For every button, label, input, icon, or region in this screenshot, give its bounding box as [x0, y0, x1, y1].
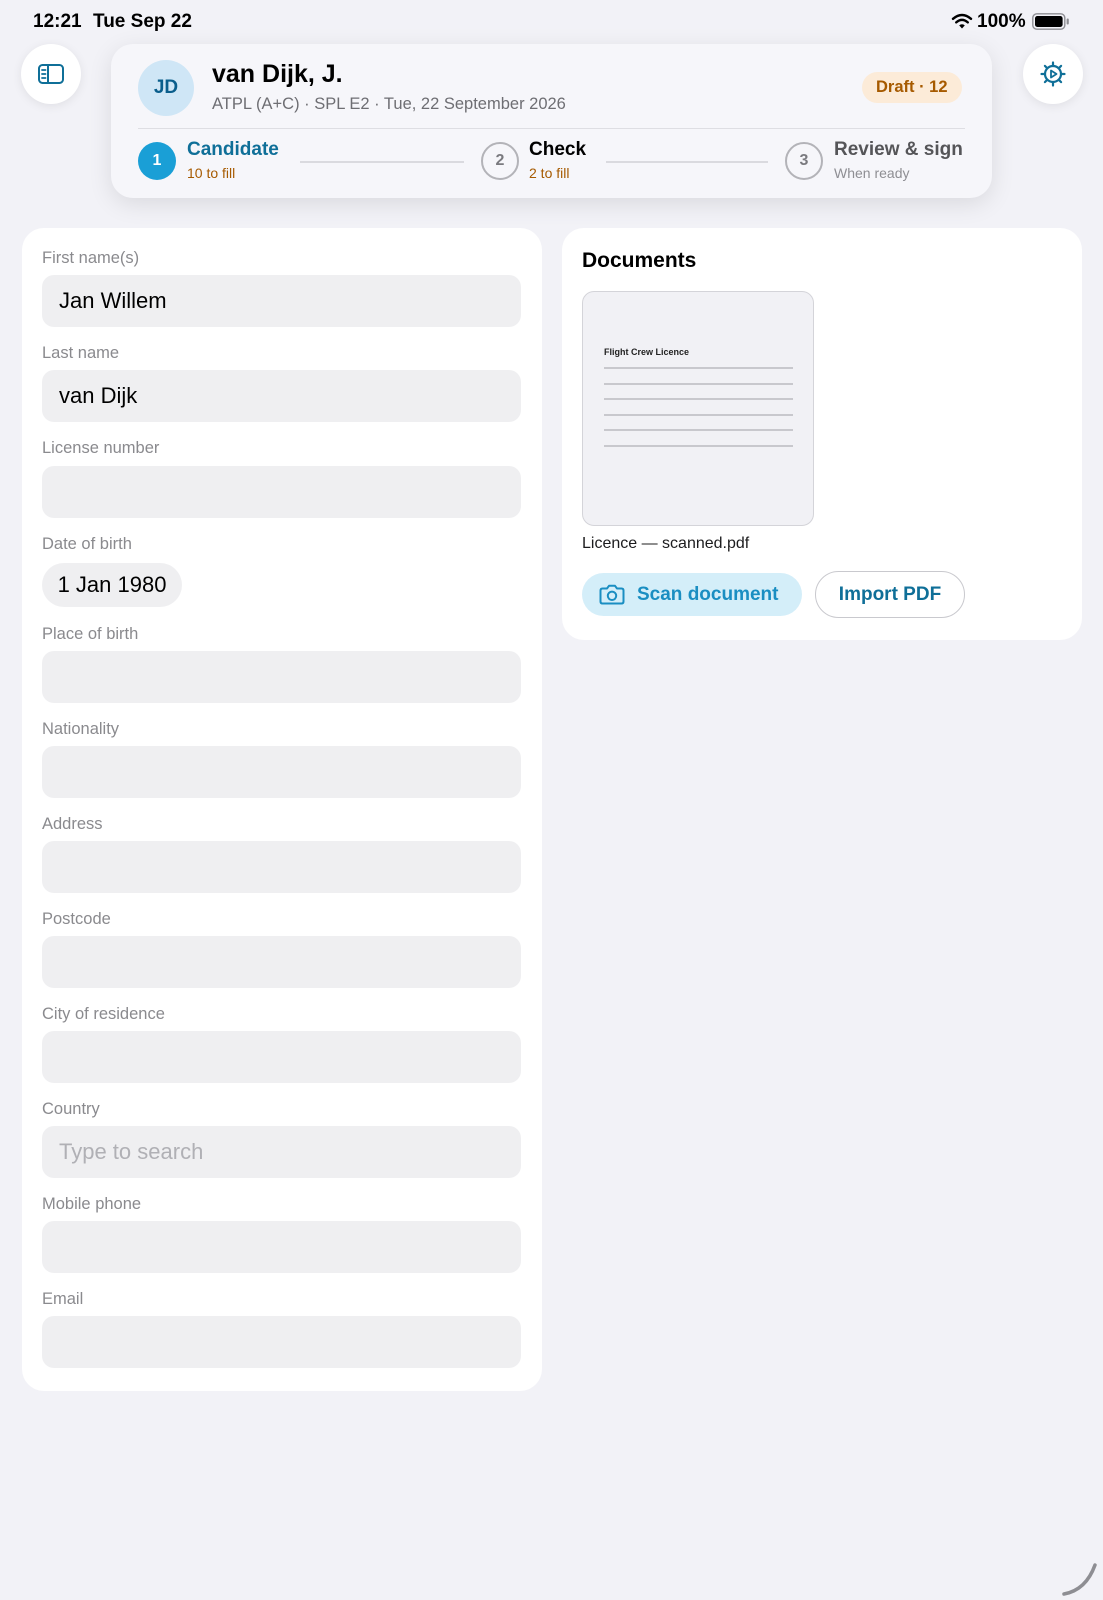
status-date: Tue Sep 22	[93, 11, 192, 32]
mobile-phone-input[interactable]	[42, 1221, 521, 1273]
last-name-input[interactable]: van Dijk	[42, 370, 521, 422]
documents-card: Documents Flight Crew Licence Licence — …	[562, 228, 1082, 640]
settings-button[interactable]	[1023, 44, 1083, 104]
documents-title: Documents	[582, 249, 697, 272]
license-number-input[interactable]	[42, 466, 521, 518]
city-of-residence-input[interactable]	[42, 1031, 521, 1083]
mobile-phone-label: Mobile phone	[42, 1195, 142, 1213]
step-subtitle: When ready	[834, 165, 910, 181]
gear-icon	[1040, 61, 1066, 87]
step-number-badge: 2	[481, 142, 519, 180]
nationality-input[interactable]	[42, 746, 521, 798]
draft-status-badge: Draft · 12	[862, 72, 962, 103]
step-title: Check	[529, 139, 587, 160]
document-text-line	[604, 414, 793, 416]
camera-icon	[599, 584, 625, 605]
scan-document-button[interactable]: Scan document	[582, 573, 802, 616]
place-of-birth-input[interactable]	[42, 651, 521, 703]
step-connector	[300, 161, 464, 163]
candidate-form-card: First name(s) Jan Willem Last name van D…	[22, 228, 542, 1391]
document-text-line	[604, 383, 793, 385]
date-of-birth-picker[interactable]: 1 Jan 1980	[42, 563, 182, 607]
first-name-label: First name(s)	[42, 249, 140, 267]
license-number-label: License number	[42, 439, 160, 457]
import-pdf-button[interactable]: Import PDF	[815, 571, 965, 618]
battery-percent: 100%	[977, 11, 1026, 32]
address-input[interactable]	[42, 841, 521, 893]
step-number-badge: 1	[138, 142, 176, 180]
step-title: Candidate	[187, 139, 279, 160]
step-number-badge: 3	[785, 142, 823, 180]
country-search-input[interactable]: Type to search	[42, 1126, 521, 1178]
avatar: JD	[138, 60, 194, 116]
document-thumbnail-title: Flight Crew Licence	[604, 347, 690, 357]
postcode-input[interactable]	[42, 936, 521, 988]
candidate-header-card: JD van Dijk, J. ATPL (A+C) · SPL E2 · Tu…	[111, 44, 992, 198]
document-text-line	[604, 367, 793, 369]
header-divider	[138, 128, 965, 129]
battery-icon	[1032, 13, 1069, 30]
place-of-birth-label: Place of birth	[42, 625, 139, 643]
city-of-residence-label: City of residence	[42, 1005, 165, 1023]
candidate-subtitle: ATPL (A+C) · SPL E2 · Tue, 22 September …	[212, 95, 566, 113]
status-bar: 12:21 Tue Sep 22 100%	[0, 0, 1103, 42]
sidebar-icon	[38, 64, 64, 84]
postcode-label: Postcode	[42, 910, 111, 928]
date-of-birth-label: Date of birth	[42, 535, 132, 553]
document-file-name: Licence — scanned.pdf	[582, 535, 750, 552]
document-text-line	[604, 445, 793, 447]
email-label: Email	[42, 1290, 84, 1308]
step-subtitle: 2 to fill	[529, 165, 570, 181]
nationality-label: Nationality	[42, 720, 120, 738]
scan-document-label: Scan document	[637, 583, 779, 605]
resize-handle-icon[interactable]	[1062, 1562, 1098, 1596]
first-name-input[interactable]: Jan Willem	[42, 275, 521, 327]
document-text-line	[604, 429, 793, 431]
step-connector	[606, 161, 768, 163]
country-label: Country	[42, 1100, 100, 1118]
step-title: Review & sign	[834, 139, 963, 160]
document-thumbnail[interactable]: Flight Crew Licence	[582, 291, 814, 526]
step-subtitle: 10 to fill	[187, 165, 236, 181]
document-text-line	[604, 398, 793, 400]
candidate-name: van Dijk, J.	[212, 60, 343, 88]
email-input[interactable]	[42, 1316, 521, 1368]
sidebar-toggle-button[interactable]	[21, 44, 81, 104]
wifi-icon	[951, 13, 973, 29]
last-name-label: Last name	[42, 344, 120, 362]
address-label: Address	[42, 815, 103, 833]
status-time: 12:21	[33, 11, 82, 32]
